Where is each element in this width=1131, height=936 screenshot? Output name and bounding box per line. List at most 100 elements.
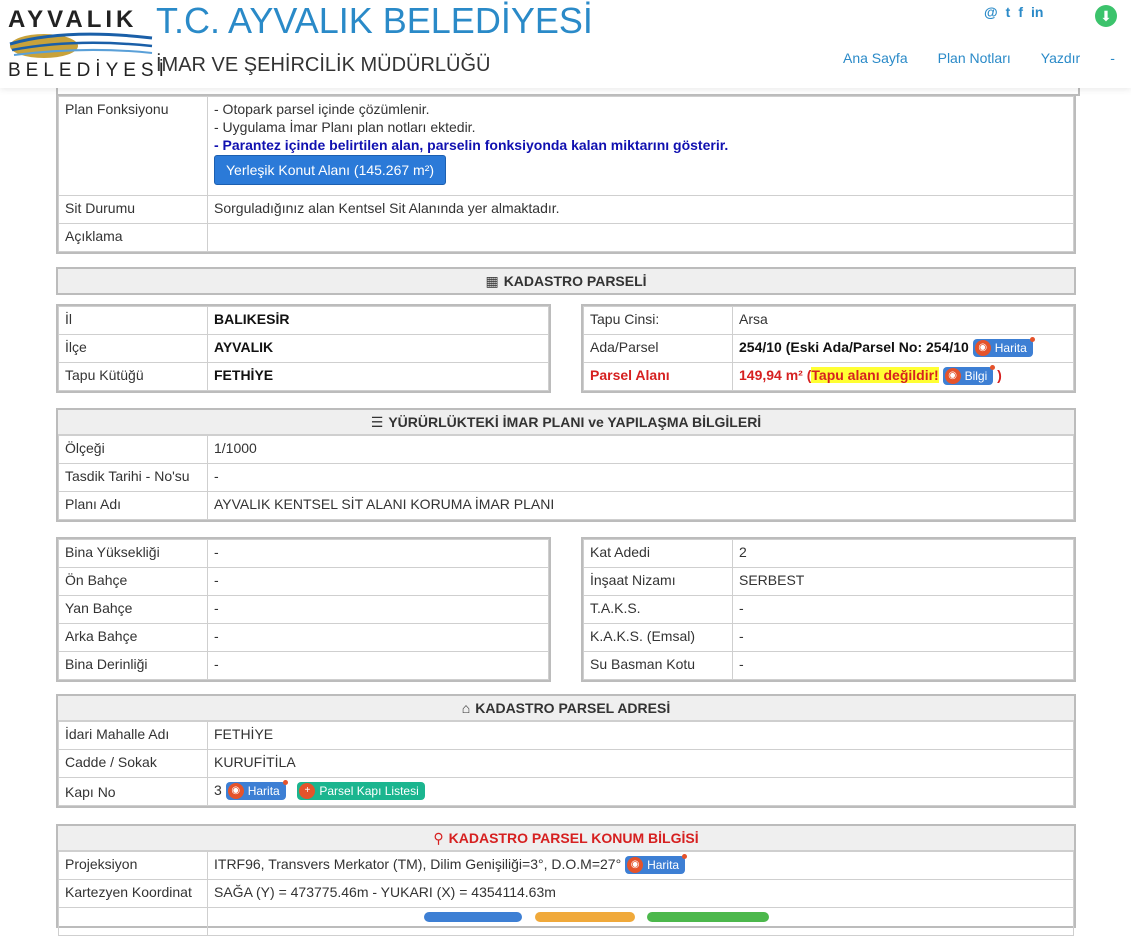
projeksiyon-value: ITRF96, Transvers Merkator (TM), Dilim G… [207,851,1074,880]
table-row: Ada/Parsel 254/10 (Eski Ada/Parsel No: 2… [583,334,1074,363]
map-globe-icon: ◉ [974,340,991,357]
konum-harita-button[interactable]: ◉ Harita [625,854,688,875]
kartezyen-value: SAĞA (Y) = 473775.46m - YUKARI (X) = 435… [207,879,1074,908]
kadastro-heading: ▦ KADASTRO PARSELİ [58,269,1074,293]
table-row: İdari Mahalle Adı FETHİYE [58,721,1074,750]
linkedin-icon[interactable]: in [1031,4,1043,22]
table-row: T.A.K.S. - [583,595,1074,624]
plan-adi-label: Planı Adı [58,491,208,520]
cutoff-button-2[interactable] [535,912,635,922]
table-row: Bina Yüksekliği - [58,539,549,568]
grid-icon: ▦ [485,273,499,289]
table-row: Projeksiyon ITRF96, Transvers Merkator (… [58,851,1074,880]
sit-label: Sit Durumu [58,195,208,224]
aciklama-value [207,223,1074,252]
twitter-icon[interactable]: t [1006,4,1011,22]
table-row: K.A.K.S. (Emsal) - [583,623,1074,652]
tapu-cinsi-label: Tapu Cinsi: [583,306,733,335]
bilgi-button[interactable]: ◉ Bilgi [942,365,996,386]
ada-parsel-label: Ada/Parsel [583,334,733,363]
il-value: BALIKESİR [207,306,549,335]
olcek-label: Ölçeği [58,435,208,464]
il-label: İl [58,306,208,335]
cadde-label: Cadde / Sokak [58,749,208,778]
table-row: Açıklama [58,223,1074,252]
aciklama-label: Açıklama [58,223,208,252]
parsel-kapi-listesi-button[interactable]: + Parsel Kapı Listesi [297,782,425,801]
kadastro-heading-panel: ▦ KADASTRO PARSELİ [56,267,1076,295]
table-row: Ölçeği 1/1000 [58,435,1074,464]
imar-table: ☰ YÜRÜRLÜKTEKİ İMAR PLANI ve YAPILAŞMA Bİ… [56,408,1076,522]
imar-heading: ☰ YÜRÜRLÜKTEKİ İMAR PLANI ve YAPILAŞMA Bİ… [58,410,1074,435]
yapilasma-left-table: Bina Yüksekliği - Ön Bahçe - Yan Bahçe - Ar… [56,537,551,682]
nav-extra[interactable]: - [1110,50,1115,66]
ayvalik-logo[interactable]: AYVALIK BELEDİYESİ [6,4,164,84]
ilce-value: AYVALIK [207,334,549,363]
adres-table: ⌂ KADASTRO PARSEL ADRESİ İdari Mahalle Ad… [56,694,1076,808]
fonksiyon-note: - Parantez içinde belirtilen alan, parse… [214,137,729,153]
table-row: Planı Adı AYVALIK KENTSEL SİT ALANI KORU… [58,491,1074,520]
fonksiyon-line-1: - Otopark parsel içinde çözümlenir. [214,101,430,117]
table-row: Tasdik Tarihi - No'su - [58,463,1074,492]
cutoff-button-3[interactable] [647,912,769,922]
fonksiyon-button[interactable]: Yerleşik Konut Alanı (145.267 m²) [214,155,447,185]
main-nav: Ana Sayfa Plan Notları Yazdır - [843,50,1115,66]
download-icon[interactable]: ⬇ [1095,5,1117,27]
tapu-kutugu-label: Tapu Kütüğü [58,362,208,391]
plus-icon: + [299,783,316,800]
nav-yazdir[interactable]: Yazdır [1041,50,1080,66]
table-row: İl BALIKESİR [58,306,549,335]
nav-ana-sayfa[interactable]: Ana Sayfa [843,50,908,66]
konum-heading: ⚲ KADASTRO PARSEL KONUM BİLGİSİ [58,826,1074,851]
fonksiyon-line-2: - Uygulama İmar Planı plan notları ekted… [214,119,476,135]
table-row: Kartezyen Koordinat SAĞA (Y) = 473775.46… [58,879,1074,908]
home-icon: ⌂ [461,700,471,716]
kadastro-left-table: İl BALIKESİR İlçe AYVALIK Tapu Kütüğü FE… [56,304,551,393]
page-title: T.C. AYVALIK BELEDİYESİ [156,0,593,41]
table-row: Kat Adedi 2 [583,539,1074,568]
table-row: Arka Bahçe - [58,623,549,652]
tapu-kutugu-value: FETHİYE [207,362,549,391]
plan-info-table: Plan Fonksiyonu - Otopark parsel içinde … [56,94,1076,254]
table-row: Tapu Cinsi: Arsa [583,306,1074,335]
table-row: Sit Durumu Sorguladığınız alan Kentsel S… [58,195,1074,224]
fonksiyon-value: - Otopark parsel içinde çözümlenir. - Uy… [207,96,1074,196]
kadastro-right-table: Tapu Cinsi: Arsa Ada/Parsel 254/10 (Eski… [581,304,1076,393]
cutoff-button-1[interactable] [424,912,522,922]
cadde-value: KURUFİTİLA [207,749,1074,778]
tapu-warning: Tapu alanı değildir! [811,367,939,383]
kapi-value: 3 ◉ Harita + Parsel Kapı Listesi [207,777,1074,806]
table-row: Plan Fonksiyonu - Otopark parsel içinde … [58,96,1074,196]
table-row: Ön Bahçe - [58,567,549,596]
table-row: Tapu Kütüğü FETHİYE [58,362,549,391]
harita-button[interactable]: ◉ Harita [972,337,1035,358]
tasdik-value: - [207,463,1074,492]
mahalle-value: FETHİYE [207,721,1074,750]
table-row: Yan Bahçe - [58,595,549,624]
adres-harita-button[interactable]: ◉ Harita [225,780,288,801]
parsel-alani-label: Parsel Alanı [583,362,733,391]
kartezyen-label: Kartezyen Koordinat [58,879,208,908]
kapi-label: Kapı No [58,777,208,806]
ilce-label: İlçe [58,334,208,363]
table-row: İnşaat Nizamı SERBEST [583,567,1074,596]
social-links: @ t f in [984,4,1043,22]
logo-bottom-text: BELEDİYESİ [8,60,169,81]
ada-parsel-value: 254/10 (Eski Ada/Parsel No: 254/10 ◉ Hari… [732,334,1074,363]
map-pin-icon: ⚲ [433,830,444,846]
nav-plan-notlari[interactable]: Plan Notları [938,50,1011,66]
yapilasma-right-table: Kat Adedi 2 İnşaat Nizamı SERBEST T.A.K.S.… [581,537,1076,682]
logo-wave-icon [9,32,153,58]
table-row: Bina Derinliği - [58,651,549,680]
projeksiyon-label: Projeksiyon [58,851,208,880]
site-header: AYVALIK BELEDİYESİ T.C. AYVALIK BELEDİYE… [0,0,1131,88]
email-icon[interactable]: @ [984,4,998,22]
tasdik-label: Tasdik Tarihi - No'su [58,463,208,492]
list-icon: ☰ [370,414,384,430]
table-row: Parsel Alanı 149,94 m² (Tapu alanı değil… [583,362,1074,391]
olcek-value: 1/1000 [207,435,1074,464]
facebook-icon[interactable]: f [1018,4,1023,22]
fonksiyon-label: Plan Fonksiyonu [58,96,208,196]
mahalle-label: İdari Mahalle Adı [58,721,208,750]
sit-value: Sorguladığınız alan Kentsel Sit Alanında… [207,195,1074,224]
